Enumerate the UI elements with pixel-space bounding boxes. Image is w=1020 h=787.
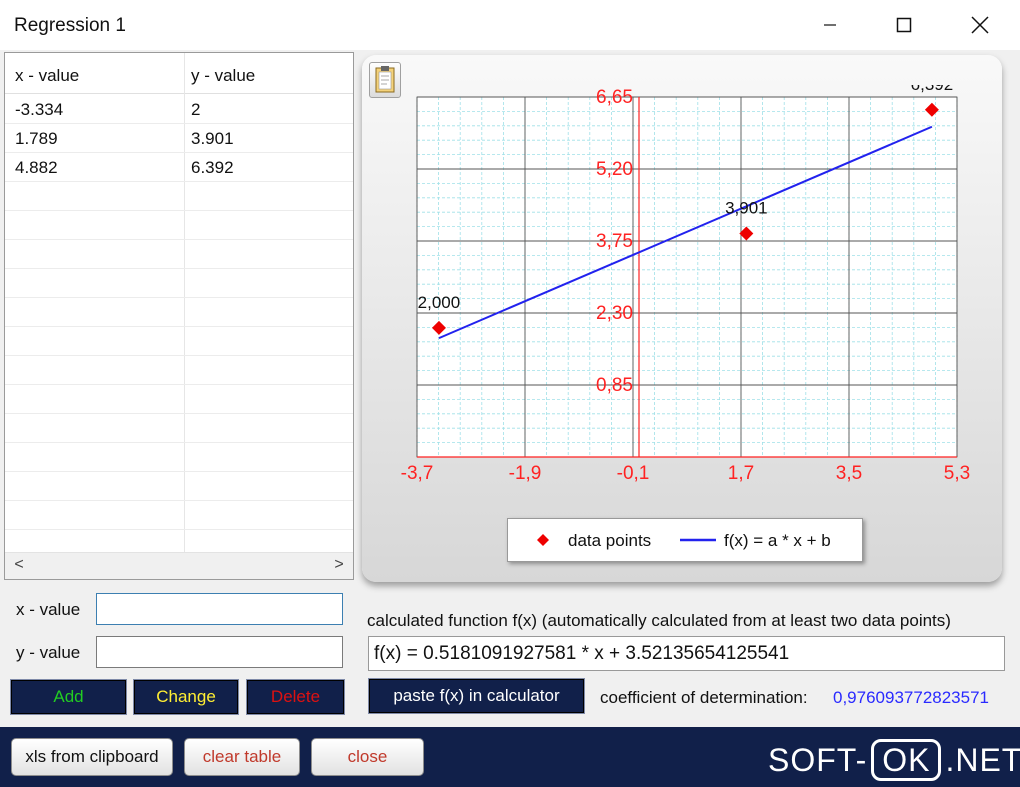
maximize-button[interactable] [884, 10, 924, 40]
cell-x[interactable]: 4.882 [15, 158, 58, 178]
delete-button[interactable]: Delete [246, 679, 345, 715]
y-tick-label: 3,75 [596, 231, 633, 252]
watermark-part-c: .NET [945, 741, 1020, 778]
title-bar: Regression 1 [0, 0, 1020, 50]
minimize-button[interactable] [810, 10, 850, 40]
x-tick-labels: -3,7 -1,9 -0,1 1,7 3,5 5,3 [401, 463, 971, 484]
x-value-input[interactable] [96, 593, 343, 625]
table-row[interactable]: 1.789 3.901 [5, 124, 353, 153]
data-point-label: 2,000 [418, 293, 461, 312]
data-table[interactable]: x - value y - value -3.334 2 1.789 3.901… [4, 52, 354, 580]
empty-row[interactable] [5, 182, 353, 211]
y-value-input[interactable] [96, 636, 343, 668]
table-body: -3.334 2 1.789 3.901 4.882 6.392 [5, 95, 353, 559]
cell-x[interactable]: -3.334 [15, 100, 63, 120]
y-tick-label: 0,85 [596, 375, 633, 396]
column-header-x[interactable]: x - value [15, 66, 79, 86]
column-header-y[interactable]: y - value [191, 66, 255, 86]
table-row[interactable]: 4.882 6.392 [5, 153, 353, 182]
cell-y[interactable]: 2 [191, 100, 200, 120]
x-tick-label: 1,7 [728, 463, 754, 484]
cell-y[interactable]: 6.392 [191, 158, 234, 178]
close-button[interactable]: close [311, 738, 424, 776]
xls-from-clipboard-button[interactable]: xls from clipboard [11, 738, 173, 776]
calculated-function-label: calculated function f(x) (automatically … [367, 611, 951, 630]
regression-chart: -3,7 -1,9 -0,1 1,7 3,5 5,3 6,65 5,20 3,75 2,30 0,… [401, 85, 971, 484]
change-button[interactable]: Change [133, 679, 239, 715]
x-tick-label: -3,7 [401, 463, 434, 484]
minimize-icon [824, 24, 836, 26]
add-button[interactable]: Add [10, 679, 127, 715]
x-value-label: x - value [16, 600, 81, 619]
table-header: x - value y - value [5, 53, 353, 94]
coefficient-value: 0,976093772823571 [833, 688, 989, 707]
data-point-label: 3,901 [725, 199, 768, 218]
clear-table-button[interactable]: clear table [184, 738, 300, 776]
window-title: Regression 1 [14, 15, 126, 36]
empty-row[interactable] [5, 414, 353, 443]
y-tick-label: 2,30 [596, 303, 633, 324]
cell-x[interactable]: 1.789 [15, 129, 58, 149]
scroll-left-icon[interactable]: < [7, 556, 31, 574]
function-output[interactable]: f(x) = 0.5181091927581 * x + 3.521356541… [368, 636, 1005, 671]
watermark-part-a: SOFT- [768, 741, 868, 778]
x-tick-label: 5,3 [944, 463, 970, 484]
empty-row[interactable] [5, 356, 353, 385]
x-tick-label: 3,5 [836, 463, 862, 484]
close-icon [971, 16, 989, 34]
empty-row[interactable] [5, 269, 353, 298]
scroll-right-icon[interactable]: > [327, 556, 351, 574]
empty-row[interactable] [5, 240, 353, 269]
cell-y[interactable]: 3.901 [191, 129, 234, 149]
y-tick-label: 5,20 [596, 159, 633, 180]
watermark-part-b: OK [871, 739, 942, 781]
y-value-label: y - value [16, 643, 81, 662]
line-marker-icon [680, 538, 716, 542]
y-tick-label: 6,65 [596, 87, 633, 108]
legend-fit: f(x) = a * x + b [724, 531, 831, 550]
empty-row[interactable] [5, 501, 353, 530]
empty-row[interactable] [5, 443, 353, 472]
empty-row[interactable] [5, 211, 353, 240]
chart-legend: data points f(x) = a * x + b [507, 518, 863, 562]
table-row[interactable]: -3.334 2 [5, 95, 353, 124]
empty-row[interactable] [5, 472, 353, 501]
empty-row[interactable] [5, 327, 353, 356]
watermark: SOFT- OK .NET [768, 738, 1020, 782]
horizontal-scrollbar[interactable]: < > [5, 552, 353, 579]
close-window-button[interactable] [960, 10, 1000, 40]
coefficient-label: coefficient of determination: [600, 688, 808, 707]
paste-in-calculator-button[interactable]: paste f(x) in calculator [368, 678, 585, 714]
x-tick-label: -0,1 [617, 463, 650, 484]
diamond-marker-icon [537, 534, 549, 546]
x-tick-label: -1,9 [509, 463, 542, 484]
empty-row[interactable] [5, 298, 353, 327]
data-point-label: 6,392 [911, 85, 954, 94]
empty-row[interactable] [5, 385, 353, 414]
legend-data-points: data points [568, 531, 652, 550]
maximize-icon [896, 17, 912, 33]
